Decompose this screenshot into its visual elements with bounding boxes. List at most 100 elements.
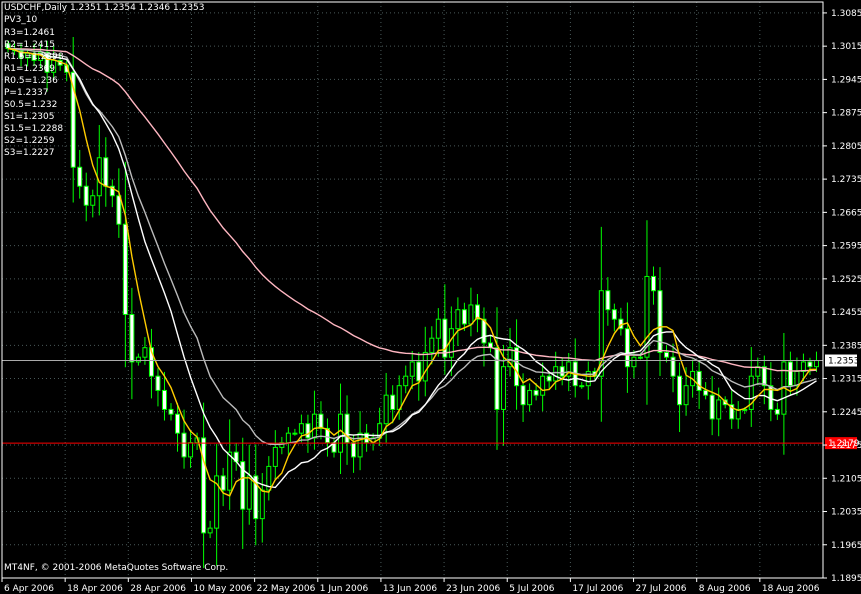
pivot-level-label: S0.5=1.232	[4, 100, 58, 110]
price-tick-label: 1.2035	[831, 508, 861, 518]
date-tick-label: 13 Jun 2006	[383, 584, 437, 594]
candle-body	[605, 290, 611, 311]
candle-body	[116, 195, 122, 225]
date-tick-label: 8 Aug 2006	[699, 584, 751, 594]
candle-body	[461, 309, 467, 325]
candle-body	[272, 446, 278, 467]
date-tick-label: 17 Jul 2006	[572, 584, 623, 594]
pivot-level-label: S2=1.2259	[4, 136, 55, 146]
price-tick-label: 1.2385	[831, 341, 861, 351]
candle-body	[716, 399, 722, 420]
price-tick-label: 1.2455	[831, 308, 861, 318]
moving-average-white	[7, 47, 817, 489]
candle-body	[298, 423, 304, 434]
candle-body	[168, 408, 174, 415]
candle-body	[409, 361, 415, 377]
candle-body	[787, 361, 793, 387]
date-tick-label: 5 Jul 2006	[509, 584, 554, 594]
candle-body	[77, 166, 83, 187]
moving-average-pink	[7, 47, 817, 372]
price-tick-label: 1.2315	[831, 375, 861, 385]
moving-average-yellow	[7, 47, 817, 497]
candle-body	[664, 351, 670, 358]
candle-body	[422, 351, 428, 382]
moving-average-lines	[7, 47, 817, 497]
price-tick-label: 1.1895	[831, 574, 861, 584]
price-levels: 1.23531.2179	[2, 354, 860, 450]
price-tick-label: 1.2525	[831, 275, 861, 285]
candle-body	[220, 475, 226, 491]
candle-body	[494, 347, 500, 410]
candle-body	[161, 389, 167, 410]
candle-body	[514, 347, 520, 387]
date-tick-label: 27 Jul 2006	[636, 584, 687, 594]
price-tick-label: 1.2735	[831, 175, 861, 185]
candle-body	[553, 366, 559, 382]
date-tick-label: 18 Aug 2006	[762, 584, 820, 594]
candle-body	[175, 413, 181, 434]
candle-body	[188, 442, 194, 458]
candle-body	[227, 451, 233, 491]
candle-body	[683, 385, 689, 406]
date-tick-label: 6 Apr 2006	[4, 584, 54, 594]
candle-body	[520, 385, 526, 406]
candle-body	[501, 366, 507, 410]
candle-body	[155, 375, 161, 391]
price-tick-label: 1.1965	[831, 541, 861, 551]
date-tick-label: 18 Apr 2006	[67, 584, 123, 594]
price-tick-label: 1.2945	[831, 75, 861, 85]
date-tick-label: 10 May 2006	[193, 584, 252, 594]
candle-body	[318, 413, 324, 429]
date-tick-label: 1 Jun 2006	[320, 584, 369, 594]
candle-body	[774, 408, 780, 415]
pivot-level-label: R1.5=1.2398	[4, 52, 64, 62]
candle-body	[135, 356, 141, 363]
candle-body	[122, 223, 128, 315]
price-tick-label: 1.2875	[831, 109, 861, 119]
candle-body	[696, 370, 702, 391]
candle-body	[344, 413, 350, 444]
pivot-level-label: R0.5=1.236	[4, 76, 58, 86]
price-tick-label: 1.2105	[831, 474, 861, 484]
candle-body	[390, 394, 396, 410]
candle-body	[442, 318, 448, 358]
candle-body	[429, 337, 435, 353]
candle-body	[285, 432, 291, 444]
candle-body	[181, 432, 187, 458]
price-tick-label: 1.2595	[831, 242, 861, 252]
chart-axes: 1.3085 1.3015 1.2945 1.2875 1.2805 1.2735 1.26…	[1, 1, 861, 594]
price-chart[interactable]: 1.23531.2179 1.3085 1.3015 1.2945 1.2875 1.2…	[0, 0, 861, 594]
candle-body	[807, 361, 813, 368]
candle-body	[83, 185, 89, 206]
candle-body	[103, 157, 109, 187]
pivot-level-label: S1.5=1.2288	[4, 124, 64, 134]
candle-body	[540, 375, 546, 396]
chart-symbol-header: USDCHF,Daily 1.2351 1.2354 1.2346 1.2353	[4, 3, 205, 13]
candle-body	[657, 290, 663, 353]
candle-body	[611, 309, 617, 320]
candle-body	[455, 309, 461, 330]
candle-body	[709, 394, 715, 420]
candle-body	[637, 356, 643, 359]
candle-body	[468, 304, 474, 325]
candle-body	[631, 356, 637, 368]
candle-body	[703, 389, 709, 396]
candle-body	[357, 432, 363, 458]
candle-body	[416, 361, 422, 382]
candle-body	[794, 370, 800, 387]
pivot-level-label: P=1.2337	[4, 88, 49, 98]
pivot-level-label: R1=1.2369	[4, 64, 56, 74]
price-tick-label: 1.3015	[831, 42, 861, 52]
candle-body	[579, 385, 585, 388]
candle-body	[207, 527, 213, 534]
price-tick-label: 1.2175	[831, 441, 861, 451]
pivot-level-label: S1=1.2305	[4, 112, 55, 122]
candle-body	[533, 389, 539, 396]
candle-body	[383, 394, 389, 425]
date-tick-label: 28 Apr 2006	[130, 584, 186, 594]
current-price-label: 1.2353	[828, 357, 860, 367]
copyright-footer: MT4NF, © 2001-2006 MetaQuotes Software C…	[4, 563, 229, 573]
candle-body	[351, 442, 357, 458]
candle-body	[259, 489, 265, 520]
candle-body	[305, 423, 311, 439]
